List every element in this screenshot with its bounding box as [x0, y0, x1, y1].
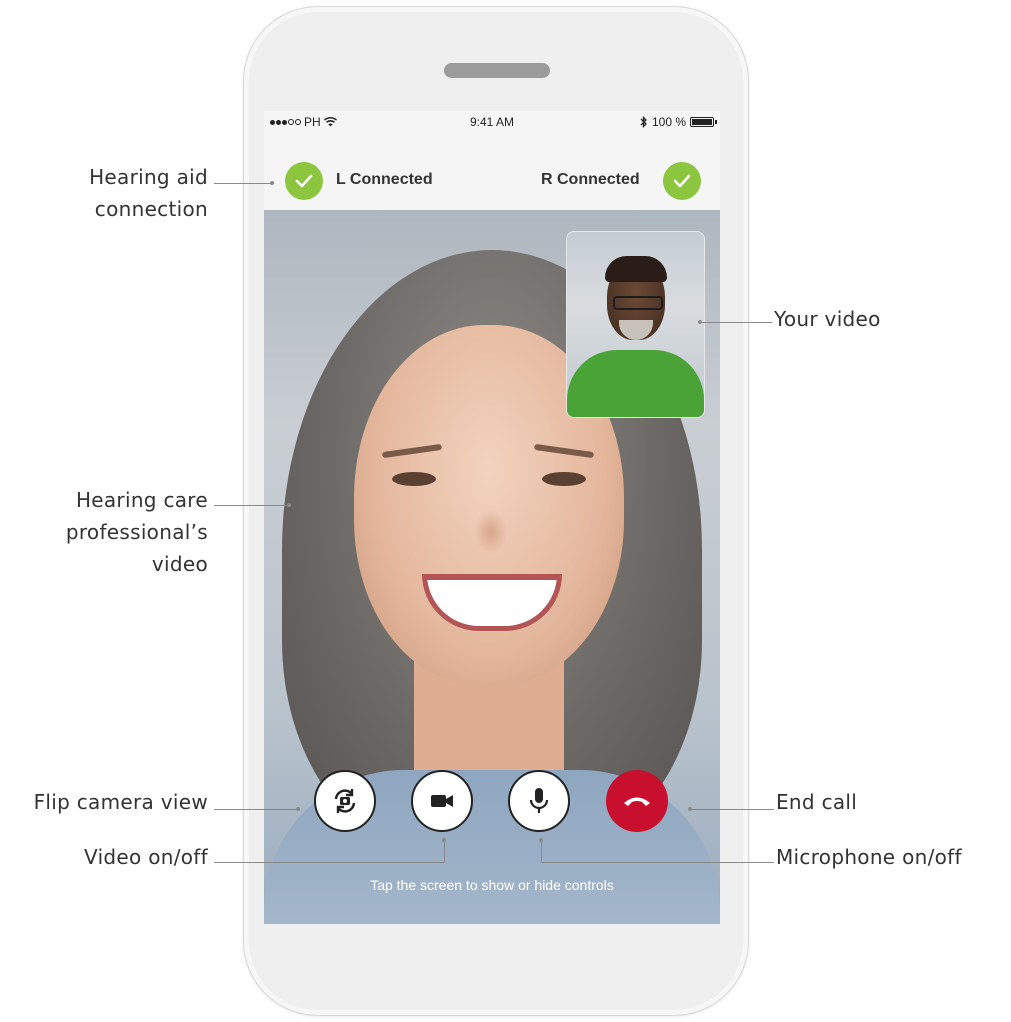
- annotation-hearing-aid-connection: Hearing aid connection: [20, 161, 208, 225]
- video-toggle-button[interactable]: [411, 770, 473, 832]
- your-video-thumbnail[interactable]: [566, 231, 705, 418]
- status-bar: PH 9:41 AM 100 %: [264, 111, 720, 135]
- left-connected-label: L Connected: [336, 171, 433, 188]
- annotation-hcp-line3: video: [151, 552, 208, 576]
- video-camera-icon: [431, 795, 453, 807]
- phone-speaker: [444, 63, 550, 78]
- leader-point-microphone: [539, 838, 543, 842]
- leader-microphone: [541, 862, 774, 863]
- leader-point-hcp-video: [287, 503, 291, 507]
- annotation-end-call: End call: [776, 790, 858, 814]
- leader-end-call: [690, 809, 774, 810]
- leader-hearing-aid: [214, 183, 272, 184]
- status-bar-right: 100 %: [640, 115, 717, 129]
- leader-hcp-video: [214, 505, 289, 506]
- annotation-microphone: Microphone on/off: [776, 845, 962, 869]
- flip-camera-button[interactable]: [314, 770, 376, 832]
- annotation-video-toggle: Video on/off: [84, 845, 208, 869]
- right-connected-label: R Connected: [541, 171, 640, 188]
- annotation-hcp-video: Hearing care professional’s video: [20, 484, 208, 580]
- self-video-shirt: [567, 350, 704, 417]
- leader-video-toggle-vertical: [444, 840, 445, 863]
- video-subject-left-eye: [392, 472, 436, 486]
- self-video-glasses: [613, 296, 663, 310]
- leader-point-hearing-aid: [270, 181, 274, 185]
- controls-hint: Tap the screen to show or hide controls: [370, 877, 614, 893]
- right-connected-check-icon: [663, 162, 701, 200]
- annotation-hearing-aid-line1: Hearing aid: [89, 165, 208, 189]
- annotation-hcp-line2: professional’s: [65, 520, 208, 544]
- leader-point-end-call: [688, 807, 692, 811]
- bluetooth-icon: [640, 116, 647, 128]
- leader-video-toggle: [214, 862, 444, 863]
- hearing-aid-connection-bar: L Connected R Connected: [264, 135, 720, 210]
- microphone-toggle-button[interactable]: [508, 770, 570, 832]
- battery-icon: [690, 117, 717, 127]
- leader-point-flip-camera: [296, 807, 300, 811]
- end-call-button[interactable]: [606, 770, 668, 832]
- annotation-flip-camera: Flip camera view: [33, 790, 208, 814]
- leader-point-your-video: [698, 320, 702, 324]
- microphone-icon: [529, 788, 549, 813]
- leader-flip-camera: [214, 809, 298, 810]
- annotation-your-video: Your video: [774, 307, 881, 331]
- self-video-hair: [605, 256, 667, 282]
- annotation-hcp-line1: Hearing care: [75, 488, 208, 512]
- annotation-hearing-aid-line2: connection: [94, 197, 208, 221]
- video-subject-nose: [474, 510, 508, 554]
- end-call-icon: [624, 797, 650, 806]
- leader-microphone-vertical: [541, 840, 542, 863]
- left-connected-check-icon: [285, 162, 323, 200]
- video-subject-right-eye: [542, 472, 586, 486]
- flip-camera-icon: [334, 789, 356, 813]
- battery-percentage: 100 %: [651, 115, 686, 129]
- leader-your-video: [700, 322, 772, 323]
- leader-point-video-toggle: [442, 838, 446, 842]
